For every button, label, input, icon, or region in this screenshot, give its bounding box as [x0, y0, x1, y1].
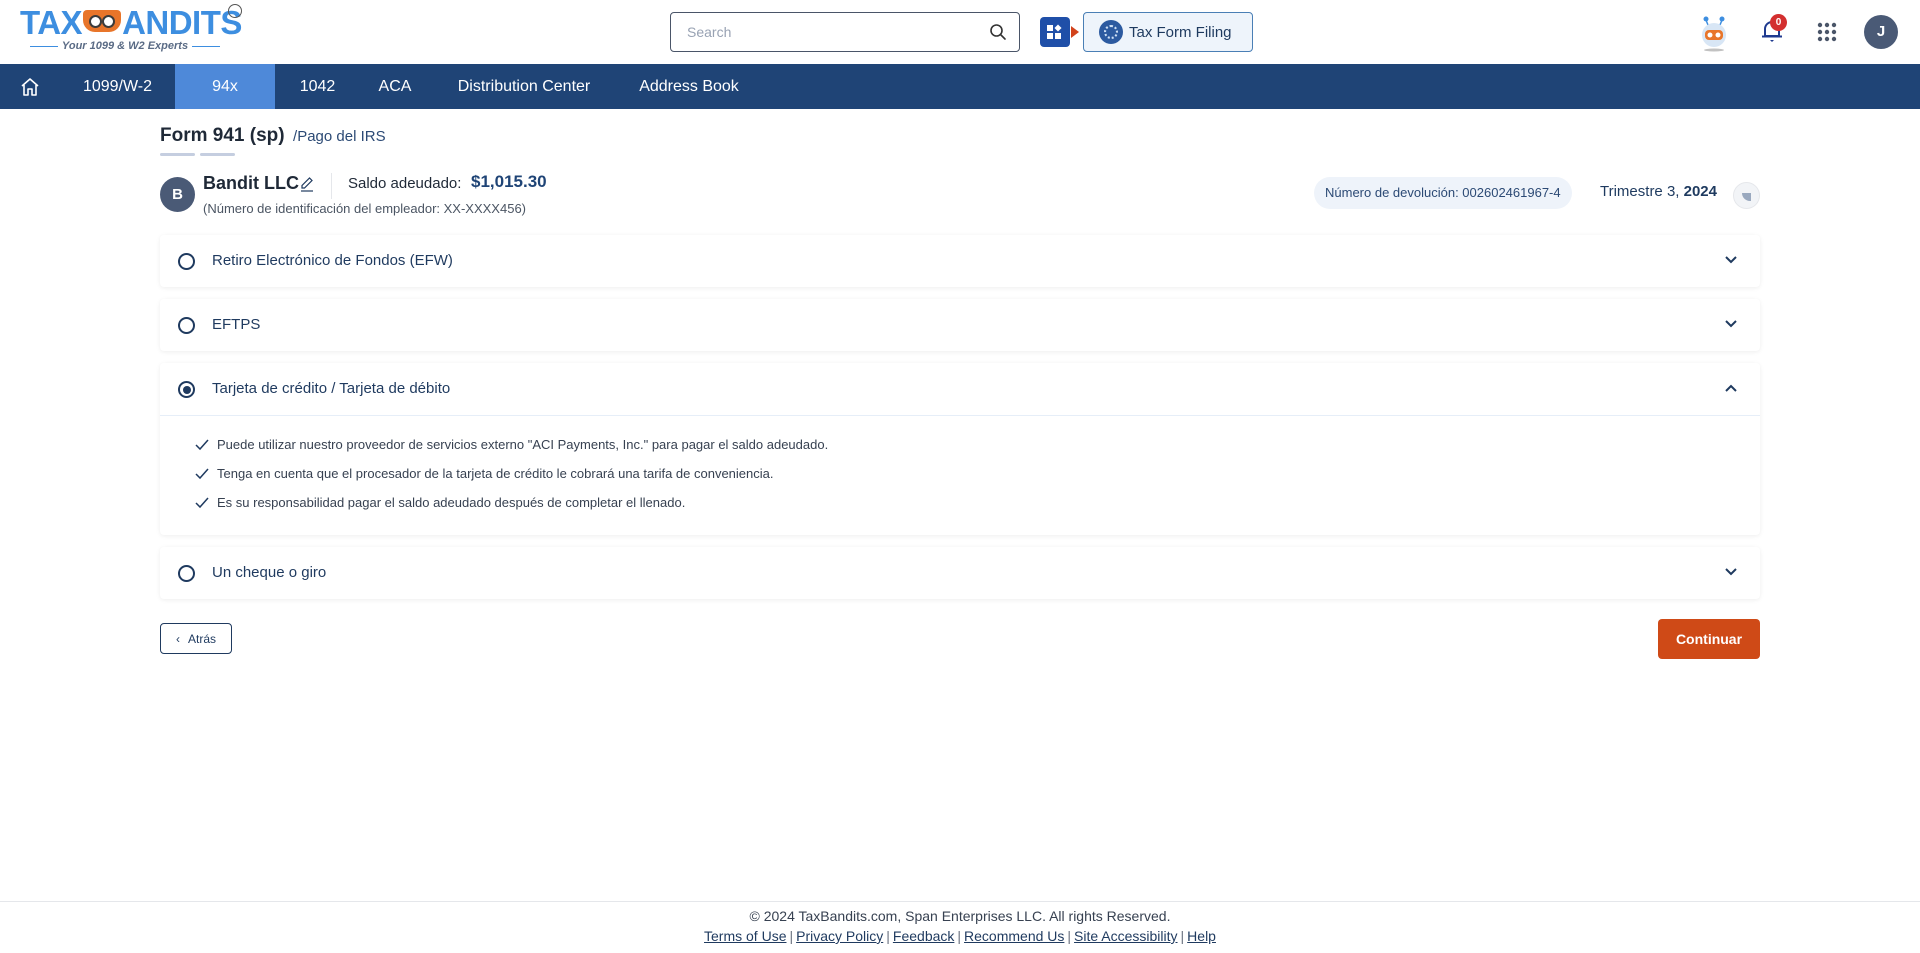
return-number-badge: Número de devolución: 002602461967-4	[1314, 177, 1572, 209]
home-icon	[21, 77, 39, 96]
help-link[interactable]: Help	[1187, 928, 1216, 944]
assistant-bot-icon[interactable]	[1697, 12, 1731, 52]
logo-tagline: Your 1099 & W2 Experts	[20, 40, 230, 52]
pointer-arrow-icon	[1071, 26, 1079, 38]
search-input[interactable]	[671, 13, 961, 51]
tax-quarter: Trimestre 3, 2024	[1600, 183, 1717, 200]
recommend-us-link[interactable]: Recommend Us	[964, 928, 1064, 944]
payment-option-header[interactable]: Retiro Electrónico de Fondos (EFW)	[160, 235, 1760, 287]
terms-of-use-link[interactable]: Terms of Use	[704, 928, 786, 944]
privacy-policy-link[interactable]: Privacy Policy	[796, 928, 883, 944]
tax-form-filing-button[interactable]: Tax Form Filing	[1083, 12, 1253, 52]
card-payment-details: Puede utilizar nuestro proveedor de serv…	[160, 415, 1760, 535]
card-radio[interactable]	[178, 381, 195, 398]
payment-option-card: Tarjeta de crédito / Tarjeta de débito P…	[160, 363, 1760, 535]
nav-aca[interactable]: ACA	[360, 64, 430, 109]
logo-text-right: ANDITS	[122, 4, 242, 41]
divider	[331, 173, 332, 199]
page-heading: Form 941 (sp) /Pago del IRS	[160, 125, 386, 147]
search-icon[interactable]	[989, 23, 1007, 41]
detail-item: Puede utilizar nuestro proveedor de serv…	[195, 436, 1760, 465]
detail-text: Puede utilizar nuestro proveedor de serv…	[217, 437, 829, 452]
check-icon	[195, 468, 209, 480]
payment-option-efw: Retiro Electrónico de Fondos (EFW)	[160, 235, 1760, 287]
logo-text-left: TAX	[20, 4, 83, 41]
company-avatar: B	[160, 177, 195, 212]
breadcrumb: /Pago del IRS	[293, 128, 386, 145]
quarter-year: 2024	[1683, 183, 1717, 200]
page-title: Form 941 (sp)	[160, 125, 285, 146]
copyright-text: © 2024 TaxBandits.com, Span Enterprises …	[749, 908, 1171, 924]
separator: |	[886, 928, 890, 944]
footer: © 2024 TaxBandits.com, Span Enterprises …	[0, 901, 1920, 953]
product-switcher-button[interactable]	[1040, 17, 1070, 47]
separator: |	[957, 928, 962, 944]
chevron-down-icon[interactable]	[1724, 567, 1738, 577]
chevron-up-icon[interactable]	[1724, 383, 1738, 393]
check-radio[interactable]	[178, 565, 195, 582]
detail-text: Es su responsabilidad pagar el saldo ade…	[217, 495, 686, 510]
taxbandits-logo[interactable]: TAX ANDITS Your 1099 & W2 Experts	[20, 4, 250, 54]
separator: |	[1067, 928, 1072, 944]
payment-option-header[interactable]: Tarjeta de crédito / Tarjeta de débito	[160, 363, 1760, 415]
nav-distribution-center[interactable]: Distribution Center	[430, 64, 618, 109]
eftps-radio[interactable]	[178, 317, 195, 334]
user-avatar[interactable]: J	[1864, 15, 1898, 49]
back-label: Atrás	[187, 631, 216, 646]
efw-radio[interactable]	[178, 253, 195, 270]
chevron-down-icon[interactable]	[1724, 255, 1738, 265]
edit-pencil-icon[interactable]	[299, 176, 315, 192]
separator: |	[1180, 928, 1185, 944]
notification-count-badge: 0	[1770, 14, 1787, 31]
balance-due-value: $1,015.30	[471, 172, 547, 191]
apps-grid-icon[interactable]	[1817, 22, 1837, 42]
check-icon	[195, 497, 209, 509]
chevron-left-icon: ‹	[175, 631, 180, 646]
nav-1042[interactable]: 1042	[275, 64, 360, 109]
chevron-down-icon[interactable]	[1724, 319, 1738, 329]
trademark-icon	[228, 4, 242, 18]
check-icon	[195, 439, 209, 451]
feedback-link[interactable]: Feedback	[893, 928, 954, 944]
payment-option-check: Un cheque o giro	[160, 547, 1760, 599]
title-underline-decoration	[200, 153, 235, 156]
title-underline-decoration	[160, 153, 195, 156]
main-nav: 1099/W-2 94x 1042 ACA Distribution Cente…	[0, 64, 1920, 109]
logo-wordmark: TAX ANDITS	[20, 4, 242, 42]
site-accessibility-link[interactable]: Site Accessibility	[1074, 928, 1177, 944]
irs-seal-icon	[1099, 20, 1123, 44]
detail-item: Es su responsabilidad pagar el saldo ade…	[195, 494, 1760, 523]
option-label: Retiro Electrónico de Fondos (EFW)	[212, 252, 453, 269]
footer-links: Terms of Use | Privacy Policy | Feedback | Rec…	[0, 928, 1920, 944]
top-header: TAX ANDITS Your 1099 & W2 Experts Tax For…	[0, 0, 1920, 64]
nav-address-book[interactable]: Address Book	[618, 64, 760, 109]
detail-item: Tenga en cuenta que el procesador de la …	[195, 465, 1760, 494]
company-name: Bandit LLC	[203, 173, 299, 193]
widgets-icon	[1047, 24, 1062, 39]
payment-option-header[interactable]: EFTPS	[160, 299, 1760, 351]
tax-form-filing-label: Tax Form Filing	[1129, 23, 1232, 41]
nav-home[interactable]	[0, 64, 60, 109]
search-box	[670, 12, 1020, 52]
payment-option-header[interactable]: Un cheque o giro	[160, 547, 1760, 599]
nav-94x[interactable]: 94x	[175, 64, 275, 109]
quarter-label: Trimestre 3,	[1600, 183, 1680, 200]
detail-text: Tenga en cuenta que el procesador de la …	[217, 466, 774, 481]
option-label: EFTPS	[212, 316, 261, 333]
option-label: Un cheque o giro	[212, 564, 327, 581]
separator: |	[789, 928, 794, 944]
employer-id-number: (Número de identificación del empleador:…	[203, 201, 527, 216]
nav-1099-w2[interactable]: 1099/W-2	[60, 64, 175, 109]
owl-mascot-icon	[83, 10, 122, 32]
back-button[interactable]: ‹ Atrás	[160, 623, 232, 654]
continue-button[interactable]: Continuar	[1658, 619, 1760, 659]
option-label: Tarjeta de crédito / Tarjeta de débito	[212, 380, 451, 397]
quarter-pie-icon	[1733, 182, 1760, 209]
payment-option-eftps: EFTPS	[160, 299, 1760, 351]
balance-due-label: Saldo adeudado:	[348, 175, 462, 192]
